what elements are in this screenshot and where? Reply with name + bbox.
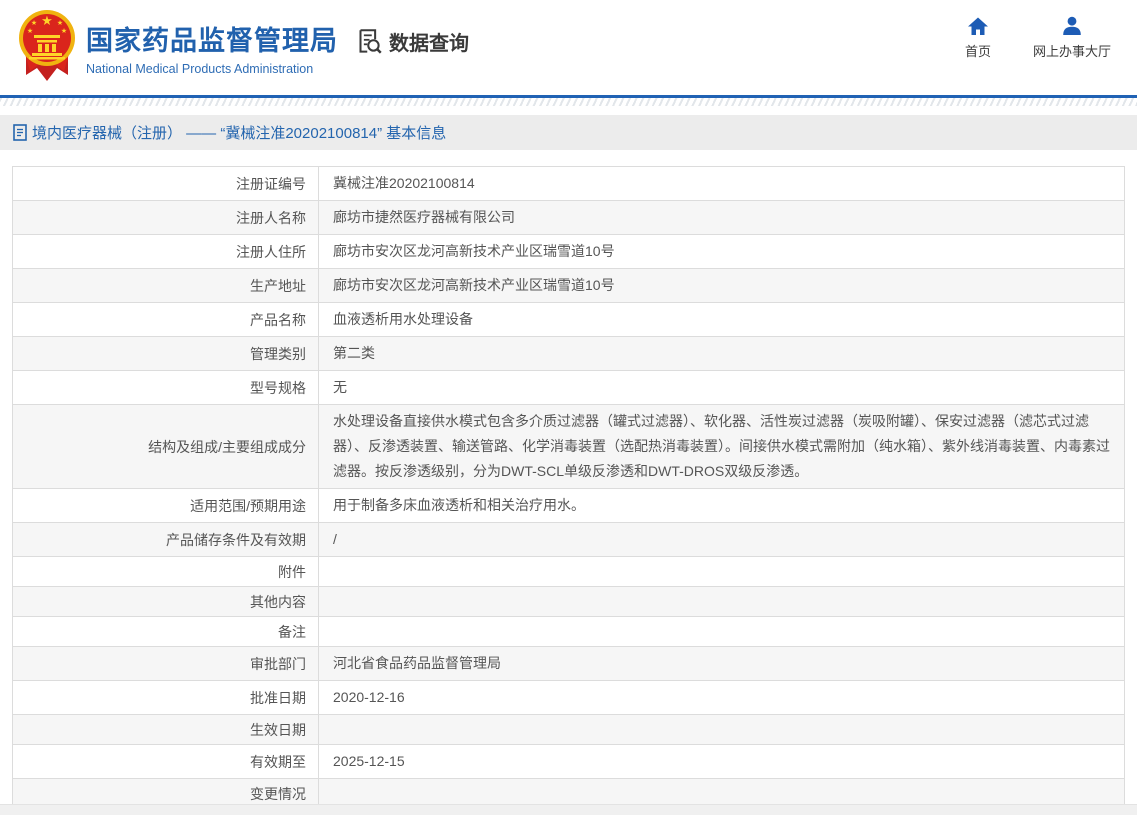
row-label: 产品储存条件及有效期 — [13, 523, 319, 556]
row-label: 结构及组成/主要组成成分 — [13, 405, 319, 488]
row-label: 审批部门 — [13, 647, 319, 680]
stripe-band — [0, 98, 1137, 106]
row-label: 管理类别 — [13, 337, 319, 370]
table-row: 注册人住所廊坊市安次区龙河高新技术产业区瑞雪道10号 — [13, 234, 1124, 268]
site-subtitle: National Medical Products Administration — [86, 62, 338, 76]
row-value: / — [319, 523, 1124, 556]
row-value — [319, 715, 1124, 744]
svg-text:★: ★ — [27, 27, 33, 35]
row-value: 河北省食品药品监督管理局 — [319, 647, 1124, 680]
row-value — [319, 587, 1124, 616]
row-value — [319, 557, 1124, 586]
table-row: 型号规格无 — [13, 370, 1124, 404]
home-icon — [967, 16, 989, 36]
nav-home-label: 首页 — [965, 41, 991, 60]
header: ★ ★ ★ ★ ★ 国家药品监督管理局 National Medical Pro… — [0, 0, 1137, 95]
table-row: 批准日期2020-12-16 — [13, 680, 1124, 714]
table-row: 生产地址廊坊市安次区龙河高新技术产业区瑞雪道10号 — [13, 268, 1124, 302]
brand: ★ ★ ★ ★ ★ 国家药品监督管理局 National Medical Pro… — [18, 7, 338, 87]
header-nav: 首页 网上办事大厅 — [965, 16, 1111, 60]
table-row: 结构及组成/主要组成成分水处理设备直接供水模式包含多介质过滤器（罐式过滤器）、软… — [13, 404, 1124, 488]
row-label: 注册人名称 — [13, 201, 319, 234]
national-emblem-icon: ★ ★ ★ ★ ★ — [18, 7, 76, 87]
row-value: 冀械注准20202100814 — [319, 167, 1124, 200]
row-label: 附件 — [13, 557, 319, 586]
row-value: 无 — [319, 371, 1124, 404]
row-label: 生效日期 — [13, 715, 319, 744]
row-label: 型号规格 — [13, 371, 319, 404]
row-value: 廊坊市捷然医疗器械有限公司 — [319, 201, 1124, 234]
row-label: 生产地址 — [13, 269, 319, 302]
info-table: 注册证编号冀械注准20202100814注册人名称廊坊市捷然医疗器械有限公司注册… — [12, 166, 1125, 815]
table-row: 其他内容 — [13, 586, 1124, 616]
row-value: 廊坊市安次区龙河高新技术产业区瑞雪道10号 — [319, 269, 1124, 302]
data-query-label: 数据查询 — [389, 27, 469, 56]
row-value: 2020-12-16 — [319, 681, 1124, 714]
svg-text:★: ★ — [41, 13, 53, 28]
row-label: 备注 — [13, 617, 319, 646]
row-label: 注册人住所 — [13, 235, 319, 268]
row-value: 用于制备多床血液透析和相关治疗用水。 — [319, 489, 1124, 522]
row-value: 第二类 — [319, 337, 1124, 370]
user-icon — [1061, 16, 1083, 36]
footer-band — [0, 804, 1137, 815]
page-title: 境内医疗器械（注册） —— “冀械注准20202100814” 基本信息 — [32, 122, 446, 143]
table-row: 产品名称血液透析用水处理设备 — [13, 302, 1124, 336]
row-label: 其他内容 — [13, 587, 319, 616]
table-row: 备注 — [13, 616, 1124, 646]
table-row: 管理类别第二类 — [13, 336, 1124, 370]
row-value: 血液透析用水处理设备 — [319, 303, 1124, 336]
svg-text:★: ★ — [57, 19, 63, 27]
row-value: 2025-12-15 — [319, 745, 1124, 778]
row-label: 有效期至 — [13, 745, 319, 778]
data-query-section[interactable]: 数据查询 — [356, 27, 469, 56]
row-value: 廊坊市安次区龙河高新技术产业区瑞雪道10号 — [319, 235, 1124, 268]
svg-text:★: ★ — [61, 27, 67, 35]
row-value: 水处理设备直接供水模式包含多介质过滤器（罐式过滤器）、软化器、活性炭过滤器（炭吸… — [319, 405, 1124, 488]
nav-service-hall-label: 网上办事大厅 — [1033, 41, 1111, 60]
row-label: 适用范围/预期用途 — [13, 489, 319, 522]
table-row: 产品储存条件及有效期/ — [13, 522, 1124, 556]
site-title: 国家药品监督管理局 — [86, 19, 338, 58]
table-row: 适用范围/预期用途用于制备多床血液透析和相关治疗用水。 — [13, 488, 1124, 522]
table-row: 生效日期 — [13, 714, 1124, 744]
row-label: 产品名称 — [13, 303, 319, 336]
svg-text:★: ★ — [31, 19, 37, 27]
nav-home[interactable]: 首页 — [965, 16, 991, 60]
data-query-icon — [356, 28, 383, 55]
table-row: 有效期至2025-12-15 — [13, 744, 1124, 778]
row-label: 批准日期 — [13, 681, 319, 714]
nav-service-hall[interactable]: 网上办事大厅 — [1033, 16, 1111, 60]
table-row: 附件 — [13, 556, 1124, 586]
document-icon — [13, 124, 27, 141]
row-value — [319, 617, 1124, 646]
page-title-bar: 境内医疗器械（注册） —— “冀械注准20202100814” 基本信息 — [0, 115, 1137, 150]
row-label: 注册证编号 — [13, 167, 319, 200]
table-row: 注册证编号冀械注准20202100814 — [13, 167, 1124, 200]
table-row: 注册人名称廊坊市捷然医疗器械有限公司 — [13, 200, 1124, 234]
table-row: 审批部门河北省食品药品监督管理局 — [13, 646, 1124, 680]
